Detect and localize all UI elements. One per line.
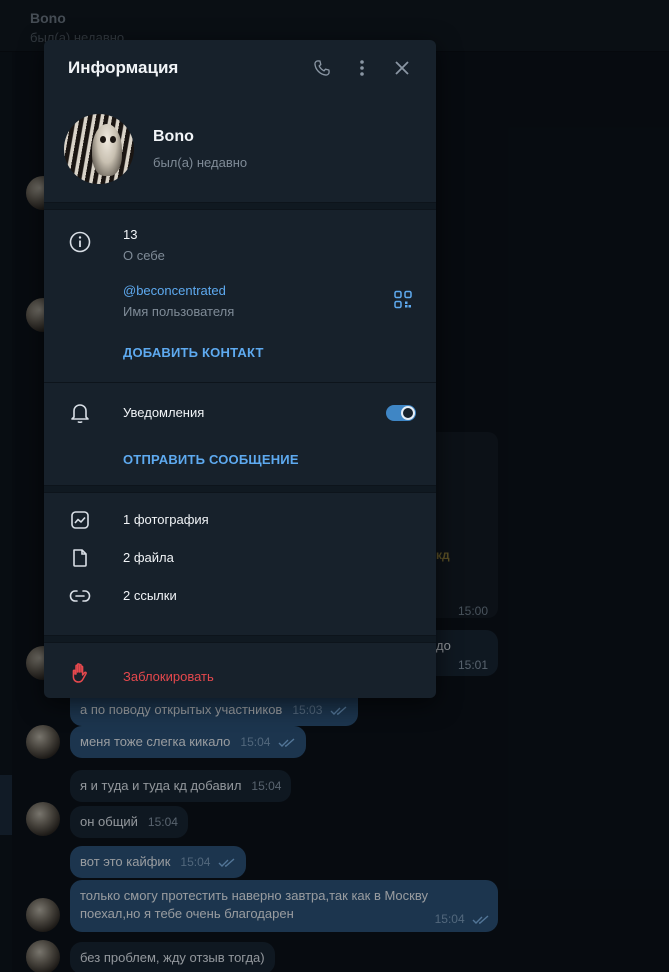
info-icon [68,230,92,254]
close-icon[interactable] [392,58,412,78]
panel-header: Информация [44,40,436,96]
bio-row[interactable]: 13 О себе [44,210,436,274]
bell-icon [68,401,92,425]
file-icon [68,546,92,570]
section-divider [44,202,436,210]
media-files-label: 2 файла [123,550,174,565]
profile-name: Bono [153,128,194,145]
media-photos-label: 1 фотография [123,512,209,527]
bio-label: О себе [123,248,165,263]
profile-avatar[interactable] [64,114,134,184]
panel-title: Информация [68,58,179,77]
media-files-row[interactable]: 2 файла [44,539,436,577]
bio-value: 13 [123,227,138,242]
profile-block: Bono был(а) недавно [44,96,436,202]
media-photos-row[interactable]: 1 фотография [44,501,436,539]
block-user-row[interactable]: Заблокировать [44,643,436,698]
info-panel: Информация Bono был(а) недавно 13 О себе… [44,40,436,698]
media-links-row[interactable]: 2 ссылки [44,577,436,615]
more-icon[interactable] [352,58,372,78]
phone-icon[interactable] [312,58,332,78]
username-row[interactable]: @beconcentrated Имя пользователя [44,274,436,330]
section-divider [44,635,436,643]
block-user-button[interactable]: Заблокировать [123,669,436,684]
username-value[interactable]: @beconcentrated [123,283,436,298]
profile-status: был(а) недавно [153,155,248,170]
photo-icon [68,508,92,532]
media-links-label: 2 ссылки [123,588,177,603]
hand-stop-icon [68,661,92,685]
send-message-button[interactable]: ОТПРАВИТЬ СООБЩЕНИЕ [44,452,436,467]
qr-code-icon[interactable] [394,290,412,314]
add-contact-button[interactable]: ДОБАВИТЬ КОНТАКТ [44,345,436,360]
section-divider [44,485,436,493]
notifications-row[interactable]: Уведомления [44,383,436,443]
notifications-toggle[interactable] [386,405,416,421]
link-icon [68,584,92,608]
username-label: Имя пользователя [123,304,235,319]
